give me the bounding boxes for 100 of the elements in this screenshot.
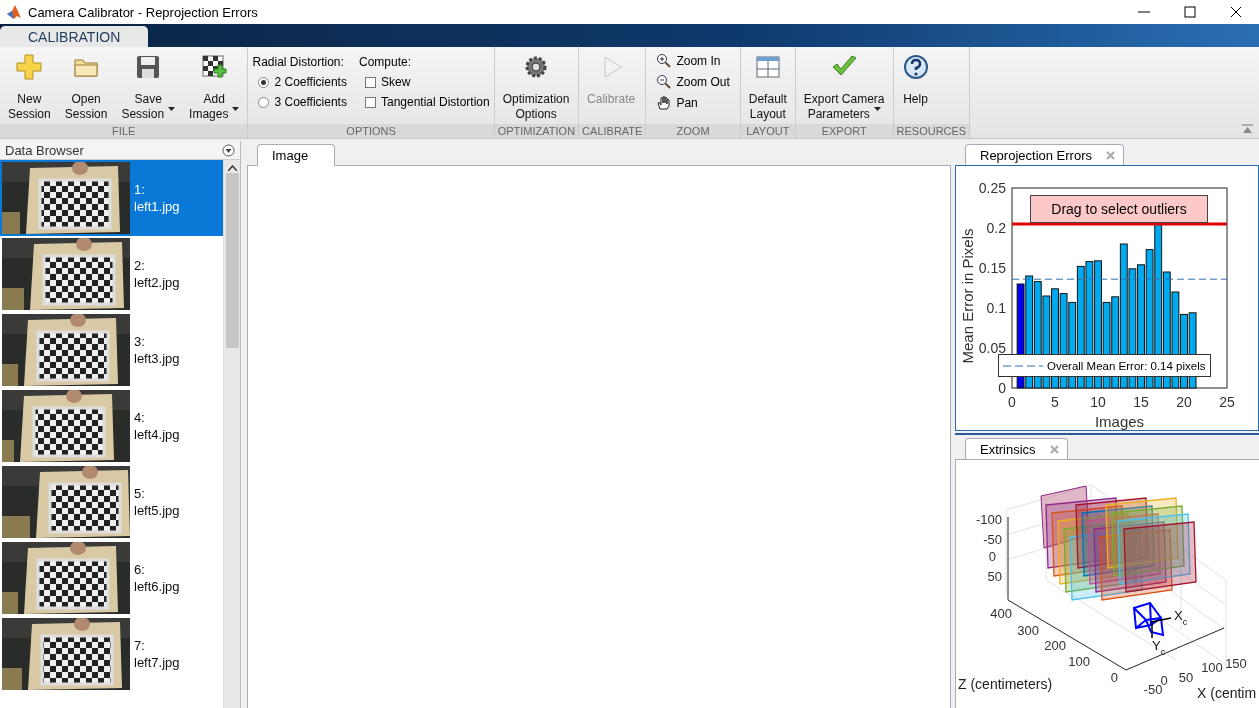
group-label: FILE	[0, 124, 248, 139]
axis-label: Images	[1094, 413, 1145, 430]
caret-icon	[873, 107, 881, 112]
option-label: Radial Distortion:	[252, 55, 345, 69]
image-list-item[interactable]: 1: left1.jpg	[0, 160, 223, 236]
camera-axis-label: X$_{c}$	[1174, 608, 1188, 627]
dashed-line-icon	[1003, 363, 1043, 368]
panel-tab[interactable]: Reprojection Errors	[965, 144, 1124, 166]
panel-title: Data Browser	[5, 142, 84, 158]
ribbon-tab[interactable]: CALIBRATION	[0, 26, 149, 47]
checkbox[interactable]: Tangential Distortion	[358, 95, 490, 109]
tick-label: 0	[1110, 670, 1118, 685]
panel-tab[interactable]: Extrinsics	[965, 438, 1068, 460]
image-index: 4:	[134, 409, 146, 426]
toolstrip-button[interactable]: Add Images	[185, 51, 244, 125]
toolstrip-button[interactable]: Export Camera Parameters	[799, 51, 889, 125]
image-filename: left7.jpg	[134, 654, 180, 671]
tick-label: 50	[987, 569, 1002, 584]
add-images-icon	[200, 53, 229, 81]
group-label: RESOURCES	[893, 124, 970, 138]
checkbox-box[interactable]	[364, 76, 376, 88]
checkbox[interactable]: Skew	[358, 75, 490, 89]
maximize-icon[interactable]	[1181, 3, 1199, 21]
tick-label: 300	[1017, 623, 1039, 638]
chart-legend: Overall Mean Error: 0.14 pixels	[998, 354, 1211, 377]
image-filename: left4.jpg	[134, 426, 180, 443]
option-label: Compute:	[358, 55, 412, 69]
image-filename: left6.jpg	[134, 578, 180, 595]
tick-label: 0	[1008, 394, 1016, 410]
scrollbar-thumb[interactable]	[225, 173, 239, 348]
tick-label: 20	[1176, 394, 1192, 410]
toolstrip-button[interactable]: Pan	[656, 95, 730, 110]
axis-label: X (centim	[1197, 685, 1257, 701]
axis-label: Z (centimeters)	[958, 676, 1053, 692]
group-label: OPTIMIZATION	[494, 124, 579, 138]
image-list-item[interactable]: 6: left6.jpg	[0, 540, 223, 616]
caret-icon	[168, 107, 176, 112]
scroll-up-icon[interactable]	[227, 165, 237, 171]
group-label: CALIBRATE	[579, 124, 646, 138]
tick-label: 400	[990, 606, 1012, 621]
image-index: 7:	[134, 637, 146, 654]
image-list-item[interactable]: 4: left4.jpg	[0, 388, 223, 464]
close-icon	[1106, 151, 1115, 160]
camera-drawing	[1133, 601, 1172, 639]
group-label: LAYOUT	[740, 124, 795, 138]
toolstrip-button[interactable]: New Session	[4, 51, 55, 124]
tick-label: 0.2	[986, 220, 1006, 236]
tick-label: 200	[1044, 638, 1066, 653]
radio-button[interactable]: 3 Coefficients	[252, 95, 347, 109]
app-logo-icon	[6, 4, 22, 20]
tick-label: -50	[983, 532, 1002, 547]
tick-label: 50	[1178, 670, 1194, 685]
tick-label: 0.05	[978, 340, 1006, 356]
image-filename: left3.jpg	[134, 350, 180, 367]
tick-label: 0	[988, 549, 996, 564]
tick-label: 100	[1068, 654, 1090, 669]
zoom-in-icon	[656, 53, 672, 68]
caret-icon	[232, 107, 240, 112]
threshold-line[interactable]	[1012, 222, 1227, 226]
group-label: OPTIONS	[248, 124, 494, 138]
tick-label: 0	[998, 380, 1006, 396]
hand-icon	[656, 95, 672, 110]
collapse-icon[interactable]	[1242, 124, 1253, 134]
image-index: 3:	[134, 333, 146, 350]
tick-label: 25	[1219, 394, 1235, 410]
tick-label: 0.25	[978, 180, 1006, 196]
image-filename: left1.jpg	[134, 198, 180, 215]
checkbox-box[interactable]	[364, 96, 376, 108]
toolstrip-button[interactable]: Default Layout	[744, 51, 791, 124]
legend-label: Overall Mean Error: 0.14 pixels	[1047, 359, 1206, 372]
toolstrip-button[interactable]: Zoom Out	[656, 74, 730, 89]
group-label: EXPORT	[795, 124, 893, 139]
image-list-item[interactable]: 7: left7.jpg	[0, 616, 223, 692]
tick-label: 0.15	[978, 260, 1006, 276]
image-list-item[interactable]: 2: left2.jpg	[0, 236, 223, 312]
toolstrip-button[interactable]: Zoom In	[656, 53, 730, 68]
zoom-out-icon	[656, 74, 672, 89]
image-filename: left5.jpg	[134, 502, 180, 519]
radio-button[interactable]: 2 Coefficients	[252, 75, 347, 89]
radio-indicator[interactable]	[258, 76, 270, 88]
image-index: 6:	[134, 561, 146, 578]
close-icon	[1049, 445, 1059, 454]
toolstrip-button[interactable]: Open Session	[60, 51, 112, 124]
radio-indicator[interactable]	[258, 96, 270, 108]
panel-tab[interactable]: Image	[257, 144, 336, 166]
toolstrip-button[interactable]: Optimization Options	[498, 51, 574, 124]
image-list-item[interactable]: 3: left3.jpg	[0, 312, 223, 388]
outlier-selection-button[interactable]: Drag to select outliers	[1030, 195, 1208, 223]
image-index: 1:	[134, 181, 146, 198]
layout-grid-icon	[753, 53, 782, 81]
image-list-item[interactable]: 5: left5.jpg	[0, 464, 223, 540]
tick-label: 10	[1090, 394, 1106, 410]
new-session-icon	[15, 53, 44, 81]
window-title: Camera Calibrator - Reprojection Errors	[28, 4, 258, 20]
dropdown-icon[interactable]	[222, 143, 235, 157]
tick-label: 0.1	[986, 300, 1006, 316]
axis-label: Mean Error in Pixels	[959, 228, 976, 364]
toolstrip-button[interactable]: Save Session	[117, 51, 180, 125]
toolstrip-button[interactable]: Help	[897, 51, 934, 109]
tick-label: 100	[1201, 660, 1223, 675]
